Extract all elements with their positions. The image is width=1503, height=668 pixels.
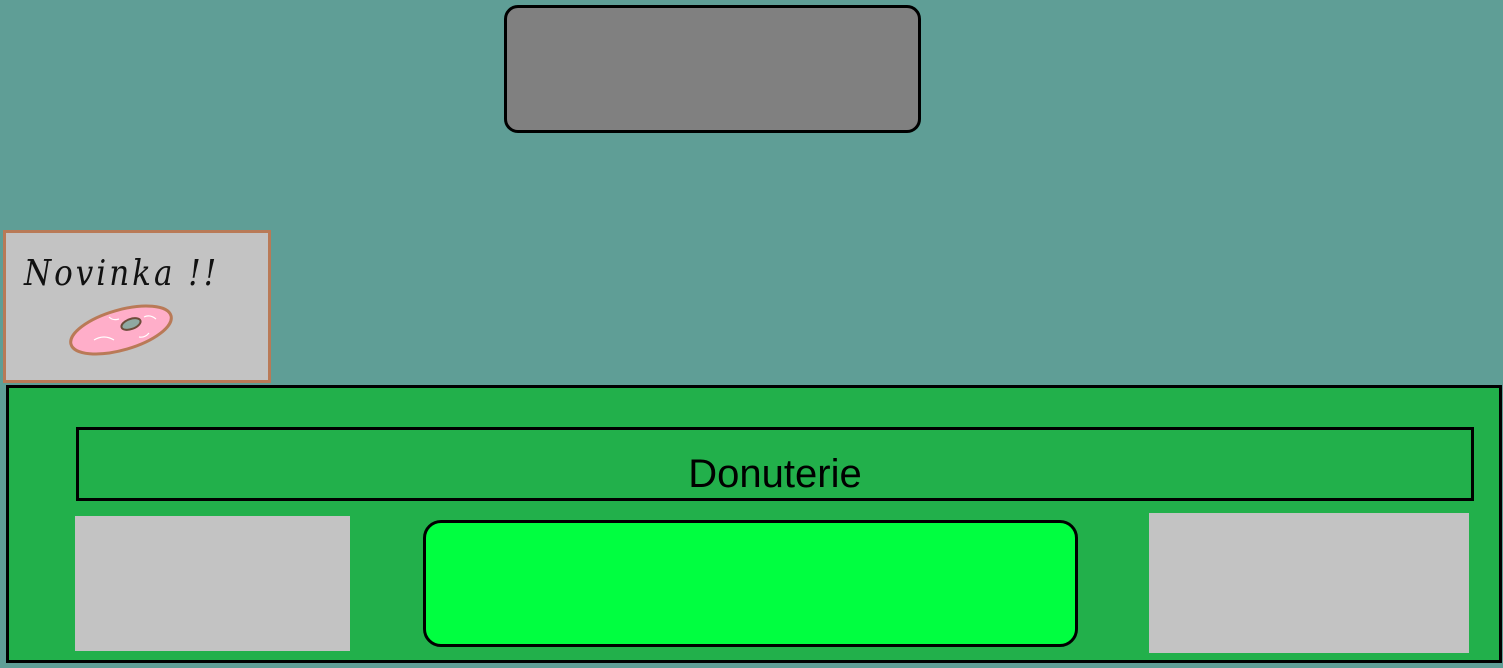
top-grey-panel[interactable] <box>504 5 921 133</box>
shop-panel: Donuterie <box>6 385 1502 663</box>
right-item-slot[interactable] <box>1149 513 1469 653</box>
shop-sign: Donuterie <box>76 427 1474 501</box>
shop-sign-label: Donuterie <box>688 452 862 496</box>
news-board-title: Novinka !! <box>24 253 220 295</box>
main-action-button[interactable] <box>423 520 1078 647</box>
pink-donut-icon <box>69 304 173 356</box>
news-board[interactable]: Novinka !! <box>3 230 271 383</box>
left-item-slot[interactable] <box>75 516 350 651</box>
